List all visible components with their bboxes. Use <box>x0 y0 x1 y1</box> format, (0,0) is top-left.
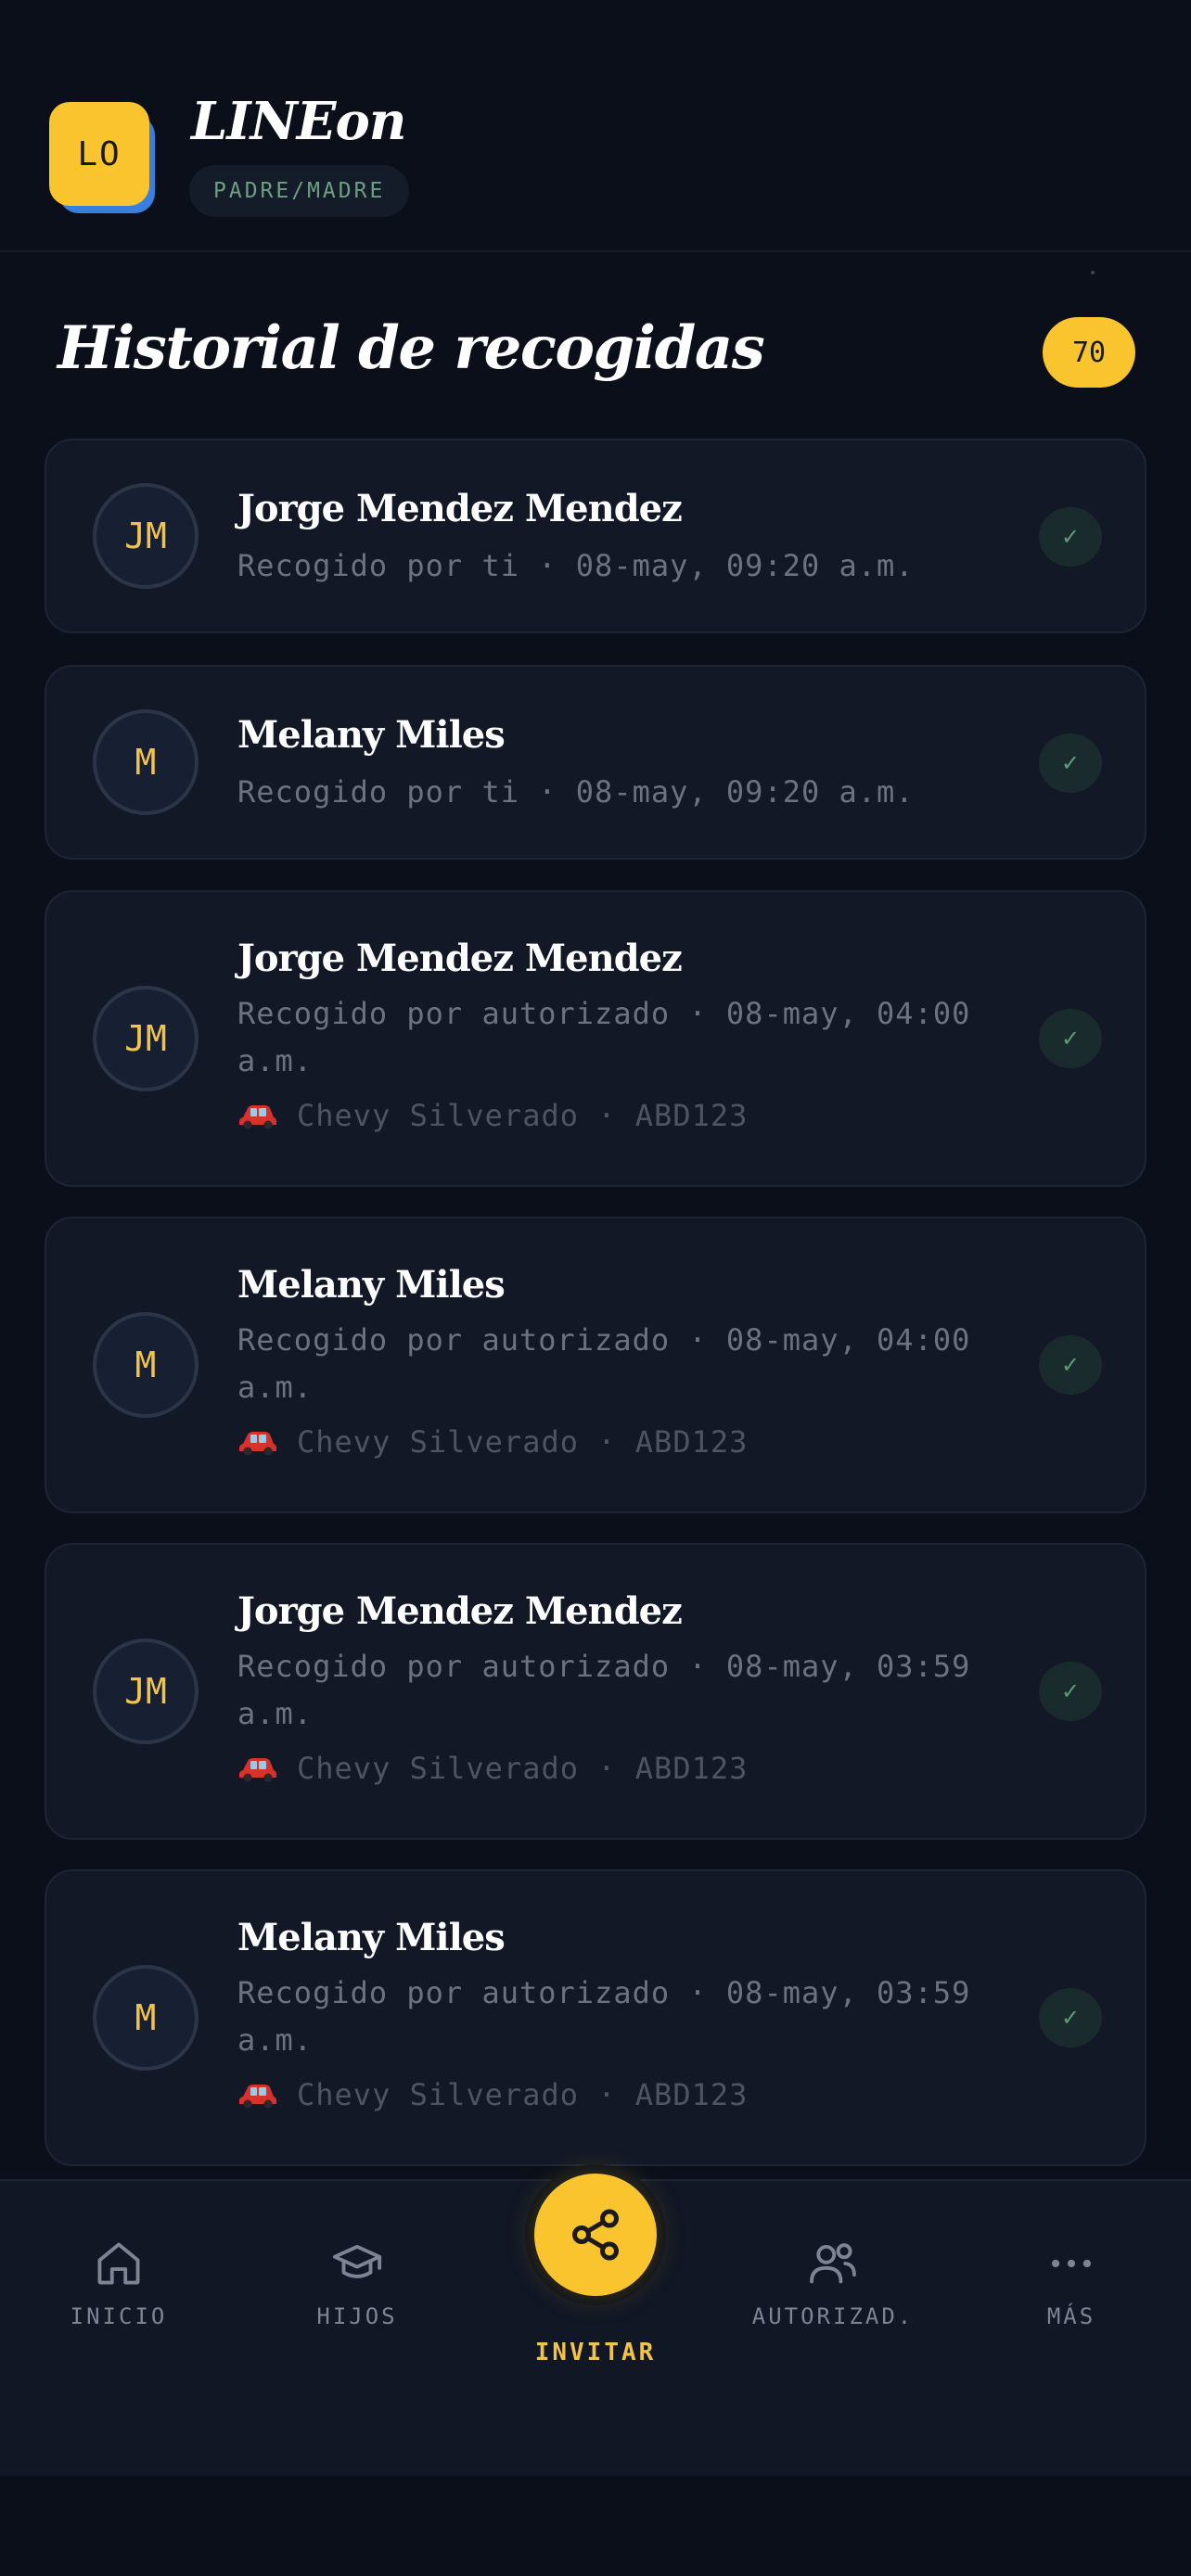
nav-children-label: HIJOS <box>316 2303 398 2329</box>
nav-more-label: MÁS <box>1046 2303 1096 2329</box>
check-icon: ✓ <box>1039 1335 1102 1395</box>
avatar: JM <box>93 483 198 589</box>
home-icon <box>97 2242 140 2285</box>
car-icon <box>239 1432 276 1456</box>
nav-home-label: INICIO <box>70 2303 168 2329</box>
invite-button[interactable] <box>525 2164 666 2305</box>
check-icon: ✓ <box>1039 507 1102 567</box>
app-name: LINEon <box>191 91 407 152</box>
invite-button-circle[interactable] <box>534 2174 657 2296</box>
page-title: Historial de recogidas <box>58 313 765 383</box>
pickup-card[interactable]: M Melany Miles Recogido por ti · 08-may,… <box>45 665 1146 860</box>
student-name: Jorge Mendez Mendez <box>237 937 683 980</box>
student-name: Melany Miles <box>237 1263 506 1307</box>
vehicle-info: Chevy Silverado · ABD123 <box>237 1424 748 1460</box>
student-name: Melany Miles <box>237 1916 506 1959</box>
vehicle-info: Chevy Silverado · ABD123 <box>237 1751 748 1786</box>
avatar: M <box>93 709 198 815</box>
logo-initials: LO <box>49 102 149 206</box>
pickup-detail: Recogido por autorizado · 08-may, 04:00 … <box>237 1322 971 1405</box>
count-badge: 70 <box>1043 317 1135 388</box>
pickup-detail: Recogido por ti · 08-may, 09:20 a.m. <box>237 774 915 810</box>
check-icon: ✓ <box>1039 1988 1102 2047</box>
pickup-card[interactable]: JM Jorge Mendez Mendez Recogido por ti ·… <box>45 439 1146 633</box>
users-icon <box>810 2243 856 2284</box>
nav-home[interactable]: INICIO <box>17 2237 221 2329</box>
pickup-card[interactable]: JM Jorge Mendez Mendez Recogido por auto… <box>45 890 1146 1187</box>
avatar: M <box>93 1312 198 1418</box>
nav-authorized-label: AUTORIZAD. <box>751 2303 915 2329</box>
indicator-dot <box>1091 271 1095 274</box>
vehicle-label: Chevy Silverado · ABD123 <box>297 2077 749 2112</box>
vehicle-label: Chevy Silverado · ABD123 <box>297 1424 749 1460</box>
graduation-cap-icon <box>332 2244 382 2278</box>
check-icon: ✓ <box>1039 1662 1102 1721</box>
pickup-detail: Recogido por autorizado · 08-may, 04:00 … <box>237 996 971 1078</box>
student-name: Jorge Mendez Mendez <box>237 1589 683 1633</box>
app-header: LO LINEon PADRE/MADRE <box>0 0 1191 252</box>
student-name: Jorge Mendez Mendez <box>237 487 683 530</box>
pickup-detail: Recogido por ti · 08-may, 09:20 a.m. <box>237 548 915 583</box>
avatar: M <box>93 1965 198 2071</box>
share-icon <box>572 2209 619 2261</box>
pickup-card[interactable]: M Melany Miles Recogido por autorizado ·… <box>45 1217 1146 1513</box>
pickup-detail: Recogido por autorizado · 08-may, 03:59 … <box>237 1975 971 2058</box>
car-icon <box>239 2085 276 2109</box>
app-logo: LO <box>49 102 155 213</box>
pickup-card[interactable]: M Melany Miles Recogido por autorizado ·… <box>45 1869 1146 2166</box>
student-name: Melany Miles <box>237 713 506 757</box>
more-icon <box>1051 2259 1092 2268</box>
role-badge: PADRE/MADRE <box>189 165 410 217</box>
nav-invite-label[interactable]: INVITAR <box>492 2339 699 2366</box>
pickup-card[interactable]: JM Jorge Mendez Mendez Recogido por auto… <box>45 1543 1146 1840</box>
avatar: JM <box>93 1639 198 1744</box>
car-icon <box>239 1758 276 1782</box>
app-screen: LO LINEon PADRE/MADRE Historial de recog… <box>0 0 1191 2576</box>
vehicle-info: Chevy Silverado · ABD123 <box>237 2077 748 2112</box>
nav-authorized[interactable]: AUTORIZAD. <box>731 2237 935 2329</box>
pickup-detail: Recogido por autorizado · 08-may, 03:59 … <box>237 1649 971 1731</box>
check-icon: ✓ <box>1039 733 1102 793</box>
vehicle-label: Chevy Silverado · ABD123 <box>297 1098 749 1133</box>
vehicle-info: Chevy Silverado · ABD123 <box>237 1098 748 1133</box>
check-icon: ✓ <box>1039 1009 1102 1068</box>
vehicle-label: Chevy Silverado · ABD123 <box>297 1751 749 1786</box>
bottom-nav: INICIO HIJOS INVITAR AUTORIZAD. MÁS <box>0 2164 1191 2476</box>
nav-children[interactable]: HIJOS <box>255 2237 459 2329</box>
avatar: JM <box>93 986 198 1091</box>
nav-more[interactable]: MÁS <box>969 2237 1173 2329</box>
car-icon <box>239 1105 276 1129</box>
